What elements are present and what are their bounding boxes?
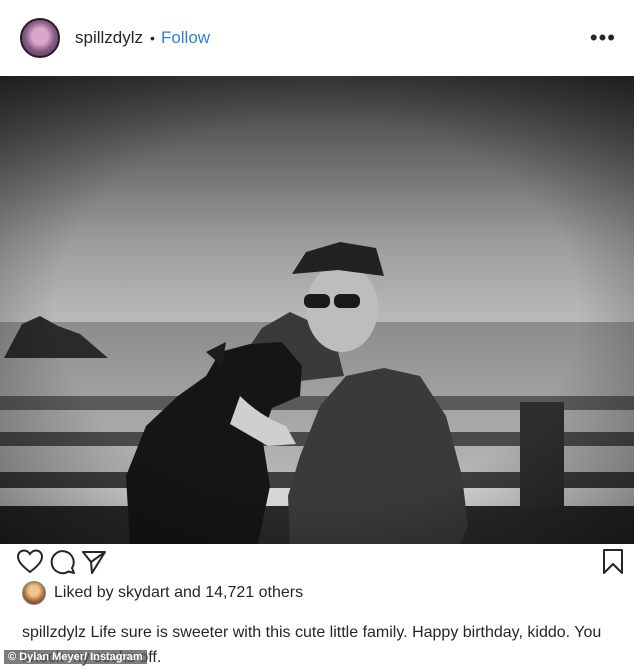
user-avatar[interactable] — [20, 18, 60, 58]
username-link[interactable]: spillzdylz — [75, 28, 143, 48]
more-options-icon[interactable]: ••• — [590, 27, 616, 49]
likes-count[interactable]: 14,721 others — [205, 584, 303, 602]
likes-row: Liked by skydart and 14,721 others — [22, 580, 303, 606]
heart-icon[interactable] — [16, 548, 44, 579]
caption-username[interactable]: spillzdylz — [22, 624, 86, 641]
follow-button[interactable]: Follow — [161, 28, 210, 48]
photo-image — [0, 76, 634, 544]
likes-and: and — [174, 584, 201, 601]
post-actions — [0, 548, 634, 580]
send-icon[interactable] — [80, 548, 108, 581]
photo-credit: © Dylan Meyer/ Instagram — [4, 650, 147, 664]
liker-username[interactable]: skydart — [118, 584, 170, 602]
post-header: spillzdylz • Follow ••• — [0, 0, 634, 76]
liker-avatar[interactable] — [22, 581, 46, 605]
post-photo[interactable] — [0, 76, 634, 544]
separator-dot: • — [150, 30, 155, 46]
likes-prefix: Liked by — [54, 584, 114, 601]
bookmark-icon[interactable] — [601, 548, 625, 581]
comment-icon[interactable] — [48, 548, 76, 581]
